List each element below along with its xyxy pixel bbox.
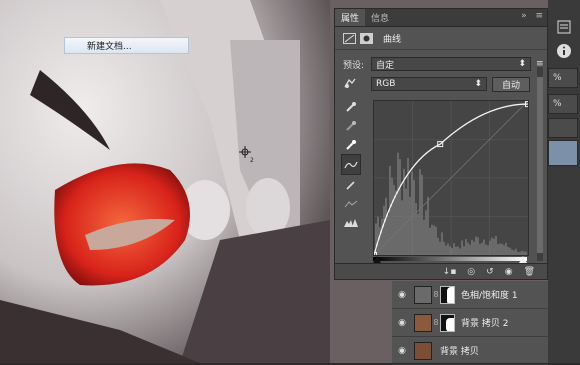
layers-list: ◉ 8 色相/饱和度 1 ◉ 8 背景 拷贝 2 ◉ 背景 拷贝 (392, 281, 548, 365)
panel-controls: » ≡ (515, 11, 543, 21)
properties-dock-icon[interactable] (553, 16, 575, 38)
layer-row[interactable]: ◉ 8 背景 拷贝 2 (392, 309, 548, 337)
reset-icon[interactable]: ↺ (486, 267, 494, 277)
dock-field-1[interactable]: % (548, 68, 578, 88)
layer-name: 色相/饱和度 1 (461, 291, 518, 301)
dropdown-arrow-icon: ⬍ (474, 79, 482, 89)
curves-adjustment-icon (343, 32, 356, 44)
image-layer-thumb (414, 341, 432, 360)
dock-field-2[interactable]: % (548, 94, 578, 114)
black-point-eyedropper-icon[interactable] (341, 97, 361, 116)
properties-panel: 属性 信息 » ≡ 曲线 预设: 自定 ⬍ ≡ RGB ⬍ 自动 ↓▪ ◎ ↺ … (334, 8, 548, 280)
image-layer-thumb (414, 313, 432, 332)
adjustment-header: 曲线 (335, 27, 547, 50)
preset-dropdown[interactable]: 自定 ⬍ (371, 57, 531, 71)
on-image-adjust-icon[interactable] (343, 77, 371, 92)
layer-name: 背景 拷贝 (440, 347, 479, 357)
preset-label: 预设: (343, 60, 365, 71)
channel-row: RGB ⬍ 自动 (335, 74, 547, 94)
tab-properties[interactable]: 属性 (335, 9, 366, 26)
visibility-eye-icon[interactable]: ◉ (392, 290, 412, 300)
trash-icon[interactable]: 🗑 (524, 267, 535, 277)
panel-tab-bar: 属性 信息 » ≡ (335, 9, 547, 27)
curve-tools (341, 97, 361, 232)
draw-pencil-icon[interactable] (341, 175, 361, 194)
dock-button-a[interactable] (548, 118, 578, 138)
channel-dropdown[interactable]: RGB ⬍ (371, 77, 487, 91)
edit-points-curve-icon[interactable] (341, 154, 361, 175)
context-menu: 新建文档... (64, 37, 189, 54)
tab-info[interactable]: 信息 (365, 9, 395, 26)
layer-row[interactable]: ◉ 背景 拷贝 (392, 337, 548, 365)
channel-value: RGB (376, 79, 396, 89)
layer-row[interactable]: ◉ 8 色相/饱和度 1 (392, 281, 548, 309)
collapse-icon[interactable]: » (521, 11, 527, 21)
visibility-eye-icon[interactable]: ◉ (392, 318, 412, 328)
preset-row: 预设: 自定 ⬍ ≡ (335, 54, 547, 74)
dock-swatch[interactable] (548, 140, 578, 166)
chain-link-icon[interactable]: 8 (432, 290, 440, 299)
layer-mask-thumb[interactable] (440, 285, 455, 304)
preset-value: 自定 (376, 60, 395, 71)
clipping-warning-icon[interactable] (341, 213, 361, 232)
info-dock-icon[interactable] (553, 40, 575, 62)
curve-target-cursor-icon: 2 (239, 146, 254, 163)
curve-graph[interactable] (373, 100, 529, 256)
menu-item-new-document[interactable]: 新建文档... (87, 39, 188, 52)
dropdown-arrow-icon: ⬍ (518, 59, 526, 69)
chain-link-icon[interactable]: 8 (432, 318, 440, 327)
svg-text:2: 2 (250, 157, 254, 163)
panel-menu-icon[interactable]: ≡ (535, 11, 543, 21)
visibility-eye-icon[interactable]: ◉ (505, 267, 513, 277)
gray-point-eyedropper-icon[interactable] (341, 116, 361, 135)
white-point-eyedropper-icon[interactable] (341, 135, 361, 154)
panel-scrollbar[interactable] (537, 67, 543, 261)
visibility-eye-icon[interactable]: ◉ (392, 346, 412, 356)
input-level-slider[interactable] (373, 255, 527, 263)
clip-to-layer-icon[interactable]: ↓▪ (443, 267, 457, 277)
view-previous-icon[interactable]: ◎ (467, 267, 475, 277)
adjustment-layer-thumb (414, 285, 432, 304)
panel-bottom-bar: ↓▪ ◎ ↺ ◉ 🗑 (335, 263, 547, 279)
auto-button[interactable]: 自动 (492, 76, 530, 92)
adjustment-title: 曲线 (383, 34, 402, 45)
layer-mask-icon[interactable] (360, 32, 373, 44)
layer-name: 背景 拷贝 2 (461, 319, 509, 329)
layer-mask-thumb[interactable] (440, 313, 455, 332)
smooth-curve-icon[interactable] (341, 194, 361, 213)
